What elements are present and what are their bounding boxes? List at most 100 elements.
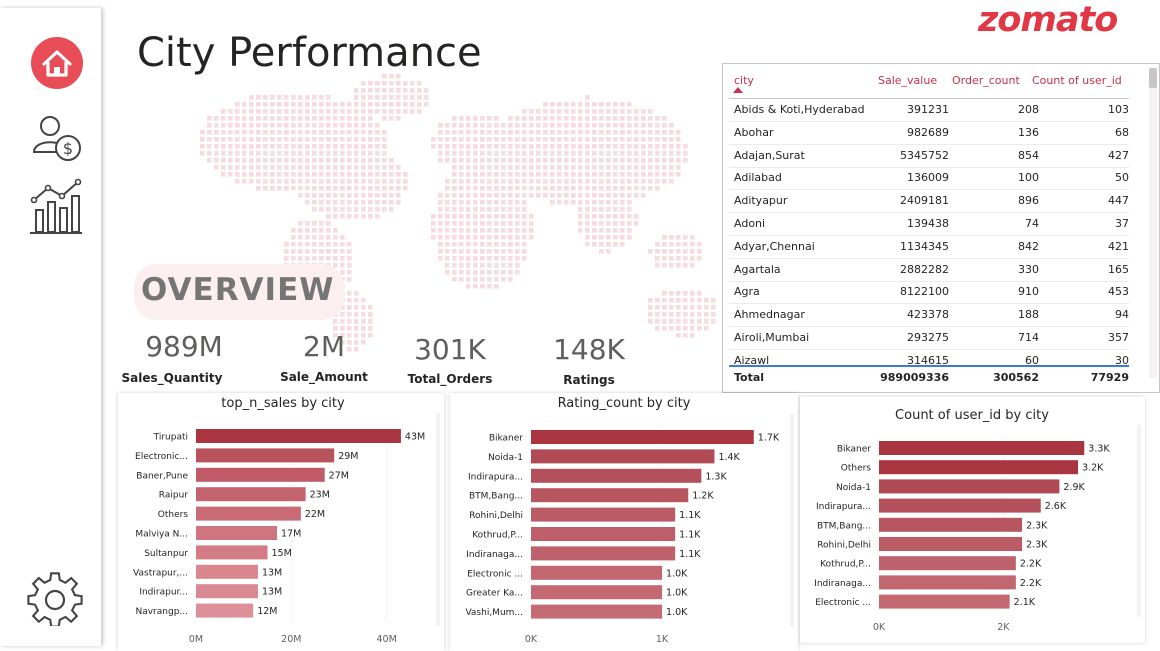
data-label: 12M bbox=[257, 606, 277, 617]
column-header-city[interactable]: city bbox=[734, 74, 754, 87]
cell-user-count: 68 bbox=[1115, 125, 1129, 139]
bar[interactable] bbox=[531, 585, 663, 600]
city-table: city Sale_value Order_count Count of use… bbox=[722, 63, 1160, 393]
kpi-ratings-value: 148K bbox=[553, 333, 625, 366]
sidebar: $ bbox=[0, 8, 101, 646]
data-label: 13M bbox=[262, 587, 282, 598]
category-label: BTM,Bang... bbox=[469, 492, 523, 502]
category-label: Greater Ka... bbox=[466, 589, 523, 599]
bar[interactable] bbox=[531, 527, 676, 541]
bar[interactable] bbox=[196, 429, 401, 443]
cell-order-count: 714 bbox=[1018, 331, 1039, 344]
table-row[interactable]: Agartala 2882282 330 165 bbox=[729, 259, 1129, 282]
bar[interactable] bbox=[879, 517, 1023, 532]
bar[interactable] bbox=[879, 575, 1016, 590]
total-user-count: 77929 bbox=[1090, 371, 1129, 384]
category-label: Indiranaga... bbox=[814, 579, 871, 589]
bar[interactable] bbox=[879, 498, 1041, 513]
category-label: Rohini,Delhi bbox=[469, 511, 523, 521]
table-row[interactable]: Agra 8122100 910 453 bbox=[729, 281, 1129, 305]
bar[interactable] bbox=[196, 487, 306, 502]
user-count-chart: Count of user_id by city Bikaner 3.3K Other… bbox=[814, 408, 1141, 633]
table-row[interactable]: Adajan,Surat 5345752 854 427 bbox=[729, 145, 1129, 168]
bar[interactable] bbox=[879, 460, 1079, 475]
column-header-order-count[interactable]: Order_count bbox=[952, 74, 1020, 87]
column-header-count-user-id[interactable]: Count of user_id bbox=[1032, 74, 1122, 87]
table-row[interactable]: Ahmednagar 423378 188 94 bbox=[729, 304, 1129, 328]
table-header: city Sale_value Order_count Count of use… bbox=[723, 64, 1143, 98]
bar[interactable] bbox=[196, 448, 335, 463]
cell-order-count: 208 bbox=[1018, 103, 1039, 116]
bar[interactable] bbox=[196, 545, 268, 560]
data-label: 2.2K bbox=[1020, 559, 1042, 570]
table-row[interactable]: Adoni 139438 74 37 bbox=[729, 213, 1129, 236]
category-label: Others bbox=[158, 510, 189, 520]
category-label: Vastrapur,... bbox=[133, 568, 188, 578]
category-label: Indirapura... bbox=[816, 502, 871, 512]
table-scrollbar[interactable] bbox=[1149, 68, 1157, 378]
bar[interactable] bbox=[196, 564, 258, 579]
bar[interactable] bbox=[879, 537, 1023, 551]
bar[interactable] bbox=[531, 565, 663, 580]
bar[interactable] bbox=[196, 506, 301, 521]
data-label: 43M bbox=[405, 432, 425, 443]
svg-text:$: $ bbox=[63, 139, 73, 158]
table-row[interactable]: Adityapur 2409181 896 447 bbox=[729, 190, 1129, 214]
cell-sale-value: 391231 bbox=[907, 103, 949, 116]
bar[interactable] bbox=[531, 488, 689, 503]
zomato-logo: zomato bbox=[978, 0, 1118, 40]
cell-sale-value: 314615 bbox=[907, 353, 949, 365]
bar[interactable] bbox=[196, 526, 278, 540]
bar[interactable] bbox=[531, 546, 676, 561]
chart-scrollbar[interactable] bbox=[790, 414, 794, 627]
table-row[interactable]: Adilabad 136009 100 50 bbox=[729, 167, 1129, 191]
bar[interactable] bbox=[879, 479, 1060, 494]
category-label: Indirapura... bbox=[468, 472, 523, 482]
kpi-sales-quantity-label: Sales_Quantity bbox=[121, 371, 223, 385]
user-sales-icon[interactable]: $ bbox=[22, 106, 88, 172]
table-scrollbar-thumb[interactable] bbox=[1149, 68, 1157, 88]
bar[interactable] bbox=[879, 556, 1016, 571]
cell-city: Ahmednagar bbox=[734, 308, 805, 322]
bar[interactable] bbox=[879, 441, 1085, 455]
data-label: 23M bbox=[310, 490, 330, 501]
bar[interactable] bbox=[531, 604, 663, 619]
table-row[interactable]: Adyar,Chennai 1134345 842 421 bbox=[729, 236, 1129, 259]
home-icon[interactable] bbox=[22, 30, 88, 96]
bar[interactable] bbox=[531, 449, 715, 464]
overview-label: OVERVIEW bbox=[141, 272, 335, 308]
cell-order-count: 100 bbox=[1018, 171, 1039, 185]
category-label: Others bbox=[841, 464, 872, 474]
cell-sale-value: 2882282 bbox=[900, 262, 949, 276]
bar[interactable] bbox=[531, 507, 676, 522]
kpi-total-orders-label: Total_Orders bbox=[407, 372, 493, 386]
table-body[interactable]: Abids & Koti,Hyderabad 391231 208 103 Abohar… bbox=[723, 99, 1131, 365]
bar[interactable] bbox=[196, 603, 254, 618]
column-header-sale-value[interactable]: Sale_value bbox=[878, 74, 937, 87]
sort-ascending-icon[interactable] bbox=[733, 87, 743, 93]
category-label: Kothrud,P... bbox=[820, 560, 871, 570]
bar[interactable] bbox=[196, 584, 258, 599]
bar[interactable] bbox=[531, 468, 702, 483]
data-label: 1.1K bbox=[679, 549, 701, 560]
bar-chart-icon[interactable] bbox=[22, 174, 88, 240]
bar[interactable] bbox=[196, 467, 325, 482]
bar[interactable] bbox=[879, 594, 1010, 609]
category-label: Vashi,Mum... bbox=[465, 608, 523, 618]
bar[interactable] bbox=[531, 430, 754, 444]
data-label: 1.7K bbox=[758, 433, 780, 444]
table-row[interactable]: Airoli,Mumbai 293275 714 357 bbox=[729, 327, 1129, 350]
table-row[interactable]: Abids & Koti,Hyderabad 391231 208 103 bbox=[729, 99, 1129, 122]
gear-icon[interactable] bbox=[22, 560, 88, 626]
table-row[interactable]: Aizawl 314615 60 30 bbox=[729, 350, 1129, 365]
data-label: 1.0K bbox=[666, 568, 688, 579]
cell-city: Abohar bbox=[734, 125, 774, 139]
cell-city: Adyar,Chennai bbox=[734, 239, 815, 253]
chart-scrollbar[interactable] bbox=[1137, 425, 1141, 617]
cell-user-count: 103 bbox=[1108, 103, 1129, 116]
table-row[interactable]: Abohar 982689 136 68 bbox=[729, 122, 1129, 145]
chart-scrollbar[interactable] bbox=[436, 413, 440, 626]
data-label: 2.3K bbox=[1026, 540, 1048, 551]
category-label: Malviya N... bbox=[135, 530, 188, 540]
category-label: Electronic ... bbox=[815, 598, 871, 608]
